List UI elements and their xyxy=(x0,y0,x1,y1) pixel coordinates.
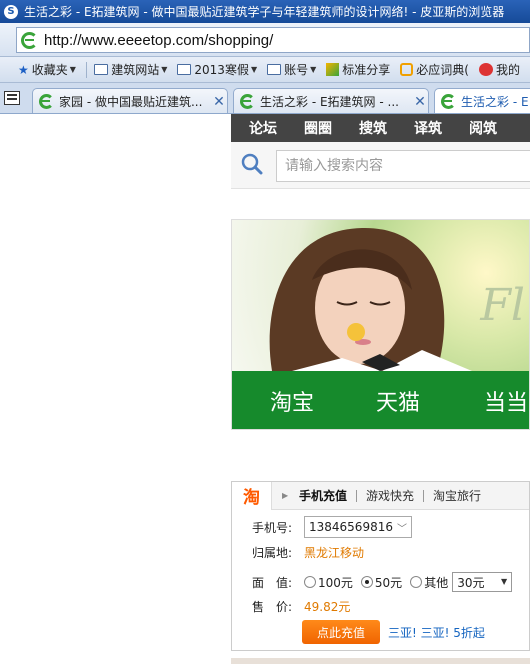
site-nav: 论坛 圈圈 搜筑 译筑 阅筑 xyxy=(231,114,530,142)
tab-game-recharge[interactable]: 游戏快充 xyxy=(357,489,425,502)
url-box[interactable]: http://www.eeeetop.com/shopping/ xyxy=(16,27,530,53)
nav-read[interactable]: 阅筑 xyxy=(469,118,497,138)
other-amount-value: 30元 xyxy=(457,575,485,590)
banner-shop-menu: 淘宝 天猫 当当 xyxy=(232,371,529,429)
nav-translate[interactable]: 译筑 xyxy=(414,118,442,138)
radio-button[interactable] xyxy=(360,576,373,588)
banner-link-taobao[interactable]: 淘宝 xyxy=(270,385,314,417)
tab-mobile-recharge[interactable]: 手机充值 xyxy=(290,489,358,502)
ie-page-icon xyxy=(21,31,38,49)
favorites-menu[interactable]: ★ 收藏夹 ▼ xyxy=(18,61,76,78)
ie-page-icon xyxy=(39,94,54,109)
ie-page-icon xyxy=(240,94,255,109)
price-label: 售 价: xyxy=(252,600,293,614)
nav-circles[interactable]: 圈圈 xyxy=(304,118,332,138)
close-icon[interactable]: ✕ xyxy=(211,94,227,110)
amount-row: 面 值: 100元 50元 其他 30元 ▼ xyxy=(252,572,513,592)
favorite-folder-2013[interactable]: 2013寒假 ▼ xyxy=(177,61,257,78)
folder-icon xyxy=(94,64,109,75)
promo-link[interactable]: 三亚! 三亚! 5折起 xyxy=(388,624,485,641)
taobao-logo-icon: 淘 xyxy=(232,481,272,510)
region-value: 黑龙江移动 xyxy=(304,546,365,560)
radio-button[interactable] xyxy=(304,576,316,588)
amount-option-other[interactable]: 其他 xyxy=(410,574,448,591)
search-input[interactable] xyxy=(276,150,530,182)
amount-option-label: 100元 xyxy=(318,575,353,590)
weibo-icon xyxy=(478,63,493,76)
tab-title: 生活之彩 - E拓建筑网 - ... xyxy=(260,95,399,109)
recharge-widget: 淘 ▶ 手机充值 游戏快充 淘宝旅行 手机号: 13846569816 ﹀ 归属… xyxy=(231,481,530,651)
favorite-link-standard[interactable]: 标准分享 xyxy=(326,61,390,78)
arrow-right-icon: ▶ xyxy=(282,491,289,500)
submit-row: 点此充值 三亚! 三亚! 5折起 xyxy=(252,620,485,644)
site-icon xyxy=(326,63,340,76)
recharge-tabs: 淘 ▶ 手机充值 游戏快充 淘宝旅行 xyxy=(232,481,529,510)
favorite-label: 2013寒假 xyxy=(194,63,249,77)
next-section-strip xyxy=(231,658,530,664)
star-icon: ★ xyxy=(18,62,29,77)
tab-life-colors[interactable]: 生活之彩 - E拓建筑网 - ... ✕ xyxy=(233,88,429,113)
region-row: 归属地: 黑龙江移动 xyxy=(252,544,364,561)
folder-icon xyxy=(177,64,192,75)
region-label: 归属地: xyxy=(252,546,293,560)
banner-link-dangdang[interactable]: 当当 xyxy=(484,385,528,417)
tab-active[interactable]: 生活之彩 - E xyxy=(434,88,530,113)
recharge-submit-button[interactable]: 点此充值 xyxy=(302,620,380,644)
folder-icon xyxy=(267,64,282,75)
amount-option-100[interactable]: 100元 xyxy=(304,574,353,591)
chevron-down-icon: ▼ xyxy=(310,65,317,74)
amount-label: 面 值: xyxy=(252,575,293,590)
amount-option-label: 50元 xyxy=(374,575,403,590)
favorites-bar: ★ 收藏夹 ▼ 建筑网站 ▼ 2013寒假 ▼ 账号 ▼ 标准分享 必应词典( … xyxy=(0,57,530,83)
other-amount-select[interactable]: 30元 ▼ xyxy=(452,572,513,592)
favorite-link-weibo[interactable]: 我的 xyxy=(478,61,520,78)
nav-search[interactable]: 搜筑 xyxy=(359,118,387,138)
tab-title: 生活之彩 - E xyxy=(461,95,529,109)
chevron-down-icon: ▼ xyxy=(69,65,76,74)
browser-logo-icon: S xyxy=(4,4,18,19)
chevron-down-icon: ﹀ xyxy=(397,524,407,535)
tab-bar: 家园 - 做中国最贴近建筑... ✕ 生活之彩 - E拓建筑网 - ... ✕ … xyxy=(0,83,530,114)
tab-taobao-travel[interactable]: 淘宝旅行 xyxy=(424,490,490,502)
bing-icon xyxy=(400,63,414,76)
favorite-folder-architecture[interactable]: 建筑网站 ▼ xyxy=(94,61,167,78)
phone-label: 手机号: xyxy=(252,520,293,535)
search-icon[interactable] xyxy=(241,153,263,175)
url-text[interactable]: http://www.eeeetop.com/shopping/ xyxy=(44,32,273,49)
banner-link-tmall[interactable]: 天猫 xyxy=(376,385,420,417)
nav-forum[interactable]: 论坛 xyxy=(249,118,277,138)
address-bar: http://www.eeeetop.com/shopping/ xyxy=(0,23,530,57)
chevron-down-icon: ▼ xyxy=(501,577,508,586)
chevron-down-icon: ▼ xyxy=(161,65,168,74)
search-bar xyxy=(231,142,530,189)
price-row: 售 价: 49.82元 xyxy=(252,598,350,615)
favorite-label: 账号 xyxy=(284,63,309,77)
favorite-link-bing[interactable]: 必应词典( xyxy=(400,61,469,78)
phone-number-select[interactable]: 13846569816 ﹀ xyxy=(304,516,412,538)
window-title: 生活之彩 - E拓建筑网 - 做中国最贴近建筑学子与年轻建筑师的设计网络! - … xyxy=(24,5,505,19)
amount-option-label: 其他 xyxy=(424,575,449,590)
ie-page-icon xyxy=(441,94,456,109)
banner-photo: Fl xyxy=(232,220,529,371)
favorite-label: 我的 xyxy=(495,63,520,77)
favorite-label: 必应词典( xyxy=(416,63,469,77)
tab-list-icon[interactable] xyxy=(4,91,20,105)
favorites-label: 收藏夹 xyxy=(31,63,68,77)
banner-script-text: Fl xyxy=(480,280,525,331)
favorite-folder-accounts[interactable]: 账号 ▼ xyxy=(267,61,316,78)
phone-row: 手机号: 13846569816 ﹀ xyxy=(252,516,412,538)
tab-home[interactable]: 家园 - 做中国最贴近建筑... ✕ xyxy=(32,88,228,113)
window-titlebar: S 生活之彩 - E拓建筑网 - 做中国最贴近建筑学子与年轻建筑师的设计网络! … xyxy=(0,0,530,23)
favorite-label: 标准分享 xyxy=(342,63,391,77)
promo-banner[interactable]: Fl 淘宝 天猫 当当 xyxy=(231,219,530,430)
tab-title: 家园 - 做中国最贴近建筑... xyxy=(59,95,203,109)
favorite-label: 建筑网站 xyxy=(111,63,160,77)
chevron-down-icon: ▼ xyxy=(250,65,258,74)
price-value: 49.82元 xyxy=(304,600,351,614)
amount-option-50[interactable]: 50元 xyxy=(360,574,403,591)
phone-number-value: 13846569816 xyxy=(309,520,393,534)
radio-button[interactable] xyxy=(410,576,423,588)
close-icon[interactable]: ✕ xyxy=(412,94,428,110)
